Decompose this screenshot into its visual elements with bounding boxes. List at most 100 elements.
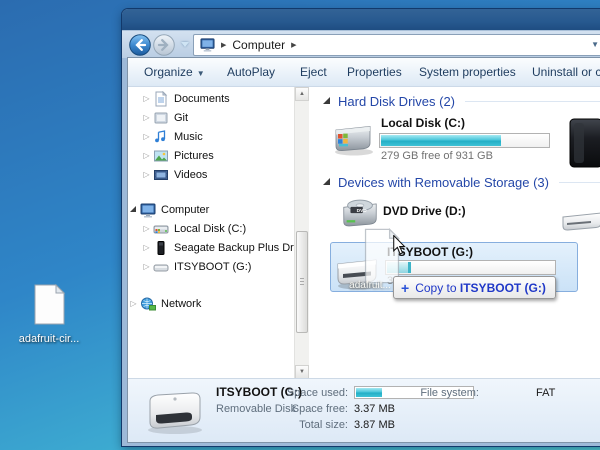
seagate-drive-icon-large[interactable]	[564, 117, 600, 171]
network-icon	[140, 296, 156, 312]
breadcrumb-arrow-trailing: ▶	[291, 41, 296, 49]
title-bar[interactable]	[122, 9, 600, 31]
desktop-file-adafruit[interactable]: adafruit-cir...	[16, 284, 82, 345]
file-system-value: FAT	[536, 387, 555, 399]
sidebar-item-local-disk-c[interactable]: ▷ Local Disk (C:)	[141, 219, 294, 238]
group-title: Hard Disk Drives (2)	[338, 94, 455, 109]
sidebar-label: Videos	[174, 169, 207, 181]
sidebar-label: Seagate Backup Plus Drive	[174, 242, 308, 254]
desktop-file-label: adafruit-cir...	[16, 333, 82, 345]
group-collapse-icon[interactable]	[323, 178, 330, 185]
expand-arrow-icon[interactable]: ▷	[141, 243, 152, 252]
sidebar-item-seagate[interactable]: ▷ Seagate Backup Plus Drive	[141, 238, 294, 257]
sidebar-label: Documents	[174, 93, 230, 105]
sidebar-gap	[128, 276, 294, 294]
expand-arrow-icon[interactable]: ▷	[128, 299, 139, 308]
total-size-label: Total size:	[278, 419, 348, 431]
expand-arrow-icon[interactable]: ▷	[141, 224, 152, 233]
group-header-rule	[559, 182, 600, 183]
address-dropdown-caret[interactable]: ▼	[591, 40, 599, 49]
back-button[interactable]	[129, 34, 151, 56]
group-header-hard-disks[interactable]: Hard Disk Drives (2)	[323, 94, 600, 109]
sidebar-item-network[interactable]: ▷ Network	[128, 294, 294, 313]
details-pane: ITSYBOOT (G:) Removable Disk Space used:…	[128, 378, 600, 442]
scroll-down-icon: ▼	[299, 369, 305, 375]
expand-arrow-icon[interactable]: ▷	[141, 151, 152, 160]
drive-name: Local Disk (C:)	[381, 116, 465, 130]
copy-plus-icon: +	[401, 280, 409, 296]
recent-pages-dropdown[interactable]	[181, 42, 189, 47]
copy-tooltip-text: Copy to ITSYBOOT (G:)	[415, 281, 546, 295]
breadcrumb-arrow: ▶	[221, 41, 226, 49]
tile-dvd-drive[interactable]: DVD DVD Drive (D:)	[323, 193, 573, 237]
sidebar-label: Music	[174, 131, 203, 143]
scroll-up-icon: ▲	[299, 91, 305, 97]
expand-arrow-icon[interactable]: ▷	[141, 113, 152, 122]
svg-text:DVD: DVD	[357, 208, 368, 214]
capacity-bar	[379, 133, 550, 148]
explorer-window: ▶ Computer ▶ ▼ Organize▼ AutoPlay Eject …	[122, 9, 600, 446]
group-title: Devices with Removable Storage (3)	[338, 175, 549, 190]
selected-drive-icon-large	[142, 387, 208, 435]
system-properties-button[interactable]: System properties	[419, 65, 516, 79]
sidebar-scrollbar[interactable]: ▲ ▼	[294, 87, 309, 379]
sidebar-label: Network	[161, 298, 201, 310]
space-used-label: Space used:	[278, 387, 348, 399]
sidebar-item-music[interactable]: ▷ Music	[141, 127, 294, 146]
scroll-up-button[interactable]: ▲	[295, 87, 309, 101]
scroll-down-button[interactable]: ▼	[295, 365, 309, 379]
autoplay-button[interactable]: AutoPlay	[227, 65, 275, 79]
free-space-text: 279 GB free of 931 GB	[381, 150, 493, 162]
computer-icon	[200, 37, 215, 52]
computer-icon	[140, 202, 156, 218]
total-size-value: 3.87 MB	[354, 419, 395, 431]
group-header-rule	[465, 101, 600, 102]
sidebar-item-computer[interactable]: Computer	[128, 200, 294, 219]
music-icon	[153, 129, 169, 145]
local-disk-icon	[153, 221, 169, 237]
sidebar-item-git[interactable]: ▷ Git	[141, 108, 294, 127]
group-header-removable[interactable]: Devices with Removable Storage (3)	[323, 175, 600, 190]
space-free-value: 3.37 MB	[354, 403, 395, 415]
tile-local-disk-c[interactable]: Local Disk (C:) 279 GB free of 931 GB	[323, 113, 573, 165]
capacity-fill	[381, 135, 501, 146]
expand-arrow-icon[interactable]: ▷	[141, 262, 152, 271]
properties-button[interactable]: Properties	[347, 65, 402, 79]
organize-button[interactable]: Organize▼	[144, 65, 205, 79]
videos-icon	[153, 167, 169, 183]
uninstall-button[interactable]: Uninstall or ch	[532, 65, 600, 79]
file-system-label: File system:	[419, 387, 479, 399]
sidebar-label: Git	[174, 112, 188, 124]
space-used-fill	[356, 388, 382, 397]
eject-button[interactable]: Eject	[300, 65, 327, 79]
navigation-pane: ▷ Documents ▷ Git ▷ Music ▷ Pict	[128, 87, 294, 379]
capacity-bar	[385, 260, 556, 275]
expand-arrow-icon[interactable]: ▷	[141, 94, 152, 103]
sidebar-item-videos[interactable]: ▷ Videos	[141, 165, 294, 184]
documents-icon	[153, 91, 169, 107]
collapse-arrow-icon[interactable]	[130, 206, 136, 212]
sidebar-item-itsyboot[interactable]: ▷ ITSYBOOT (G:)	[141, 257, 294, 276]
removable-drive-icon	[153, 259, 169, 275]
scrollbar-grip	[300, 278, 304, 279]
sidebar-label: Pictures	[174, 150, 214, 162]
sidebar-item-documents[interactable]: ▷ Documents	[141, 89, 294, 108]
pictures-icon	[153, 148, 169, 164]
sidebar-item-pictures[interactable]: ▷ Pictures	[141, 146, 294, 165]
removable-drive-icon-clipped[interactable]	[559, 205, 600, 235]
expand-arrow-icon[interactable]: ▷	[141, 170, 152, 179]
breadcrumb-computer[interactable]: Computer	[232, 38, 285, 52]
drive-name: DVD Drive (D:)	[383, 204, 466, 218]
hard-drive-icon	[331, 117, 375, 157]
drive-list: Hard Disk Drives (2) Local Disk (C:)	[309, 87, 600, 379]
sidebar-label: Computer	[161, 204, 209, 216]
forward-button[interactable]	[153, 34, 175, 56]
git-library-icon	[153, 110, 169, 126]
scrollbar-thumb[interactable]	[296, 231, 308, 333]
seagate-drive-icon	[153, 240, 169, 256]
group-collapse-icon[interactable]	[323, 97, 330, 104]
file-icon	[33, 284, 66, 325]
address-bar[interactable]: ▶ Computer ▶ ▼	[193, 34, 600, 56]
sidebar-label: Local Disk (C:)	[174, 223, 246, 235]
expand-arrow-icon[interactable]: ▷	[141, 132, 152, 141]
